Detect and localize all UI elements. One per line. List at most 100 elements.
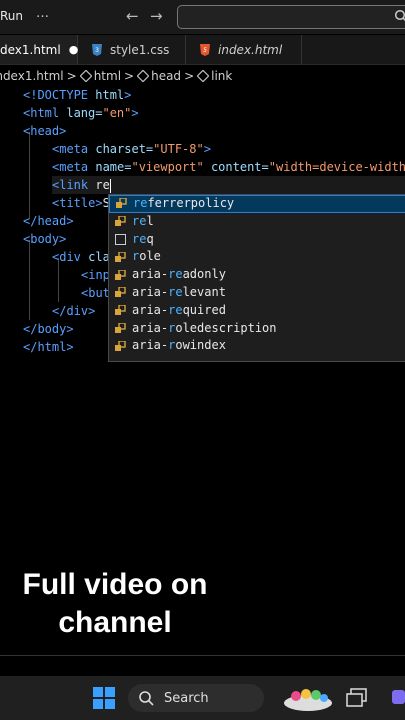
task-view-icon[interactable] [346,688,368,708]
property-icon [115,287,126,298]
autocomplete-item[interactable]: aria-re adonly [109,266,405,284]
promo-caption: Full video on channel [0,566,230,642]
item-match: re [133,196,148,210]
code-line: </div> [52,304,96,318]
windows-start-icon[interactable] [93,687,115,709]
breadcrumb-html[interactable]: html [94,69,121,83]
code-line: <body> [23,232,67,246]
back-arrow-icon[interactable]: ← [126,7,139,25]
forward-arrow-icon[interactable]: → [150,7,163,25]
code-line-current: <link re [52,176,405,194]
code-line: </body> [23,322,74,336]
property-icon [115,269,126,280]
item-match: re [132,213,147,228]
property-icon [115,216,126,227]
code-line: <but [81,286,110,300]
paint-palette-icon[interactable] [282,686,334,712]
autocomplete-item[interactable]: aria-re levant [109,284,405,302]
code-line: <!DOCTYPE html> [23,88,132,102]
item-match: re [168,302,183,317]
code-line: <inp [81,268,110,282]
autocomplete-list[interactable]: re ferrerpolicy re l re q r ole aria-re adonly ari… [108,194,405,362]
css-file-icon: 3 [92,43,102,56]
item-match: re [168,284,183,299]
caption-line-1: Full video on [22,568,208,601]
indent-guide [29,240,30,320]
autocomplete-item[interactable]: aria-r oledescription [109,320,405,338]
item-prefix: aria- [132,284,169,299]
property-icon [115,305,126,316]
item-rest: q [146,231,154,246]
title-bar: Run … ← → [0,0,405,34]
search-icon [139,691,154,706]
code-line: <html lang="en"> [23,106,139,120]
item-match: re [168,267,183,282]
item-rest: quired [182,302,226,317]
code-line: </head> [23,214,74,228]
svg-text:3: 3 [95,47,99,54]
code-line: <div cla [52,250,110,264]
autocomplete-item[interactable]: re q [109,231,405,249]
element-icon [79,70,92,82]
indent-guide [29,132,30,218]
item-prefix: aria- [132,267,169,282]
tab-index1-html[interactable]: dex1.html ● [0,35,78,64]
item-rest: ole [139,249,161,264]
item-prefix: aria- [132,320,169,335]
more-menu[interactable]: … [36,6,50,21]
property-icon [115,322,126,333]
tab-label: dex1.html [0,42,61,57]
command-center-input[interactable] [177,5,405,29]
search-icon [394,9,405,22]
tab-style1-css[interactable]: 3 style1.css [78,35,186,64]
breadcrumb-separator: > [66,69,77,83]
breadcrumb-head[interactable]: head [151,69,181,83]
os-taskbar: Search [0,676,405,720]
element-icon [197,70,210,82]
item-match: r [168,320,176,335]
breadcrumb-file[interactable]: index1.html [0,69,64,83]
code-line: <title>S [52,196,110,210]
autocomplete-item[interactable]: aria-r owindex [109,337,405,355]
unsaved-dot-icon[interactable]: ● [69,43,79,56]
chat-app-icon[interactable] [391,688,405,708]
tab-label: index.html [218,42,283,57]
tab-index-html[interactable]: 5 index.html [186,35,302,64]
breadcrumb: index1.html > html > head > link [0,66,405,86]
item-rest: ferrerpolicy [147,196,235,210]
breadcrumb-separator: > [124,69,135,83]
item-rest: adonly [182,267,226,282]
status-bar-divider [0,655,405,656]
item-match: r [132,249,140,264]
property-icon [115,340,126,351]
item-rest: oledescription [175,320,277,335]
autocomplete-item[interactable]: r ole [109,248,405,266]
breadcrumb-link[interactable]: link [211,69,232,83]
code-line: <head> [23,124,67,138]
run-menu[interactable]: Run [0,9,23,23]
item-match: r [168,338,176,353]
html-file-icon: 5 [200,43,210,56]
search-label: Search [164,690,209,706]
autocomplete-item[interactable]: re ferrerpolicy [109,195,405,213]
item-rest: l [146,213,154,228]
autocomplete-item[interactable]: aria-re quired [109,302,405,320]
caption-line-2: channel [58,606,172,639]
property-icon [116,198,127,209]
svg-text:5: 5 [203,47,207,54]
item-prefix: aria- [132,302,169,317]
item-match: re [132,231,147,246]
item-rest: levant [182,284,226,299]
code-line: <meta name="viewport" content="width=dev… [52,160,405,174]
item-prefix: aria- [132,338,169,353]
breadcrumb-separator: > [184,69,195,83]
autocomplete-item[interactable]: re l [109,213,405,231]
code-line: </html> [23,340,74,354]
item-rest: owindex [175,338,226,353]
code-line: <meta charset="UTF-8"> [52,142,211,156]
taskbar-search[interactable]: Search [128,684,264,712]
text-cursor [109,178,111,193]
keyword-icon [115,233,126,245]
property-icon [115,251,126,262]
element-icon [137,70,150,82]
